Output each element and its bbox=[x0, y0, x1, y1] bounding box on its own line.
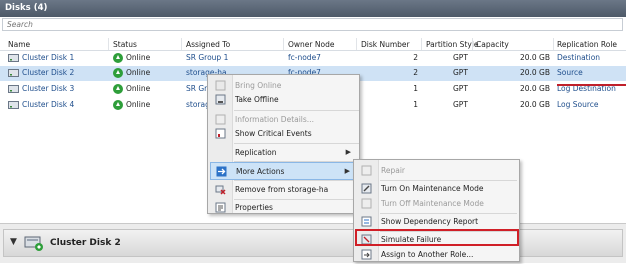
column-capacity[interactable]: Capacity bbox=[476, 40, 509, 49]
menu-item-repair[interactable]: Repair bbox=[356, 162, 517, 180]
disk-replication-role: Source bbox=[557, 68, 583, 77]
disk-name: Cluster Disk 2 bbox=[22, 68, 75, 77]
online-status-icon bbox=[113, 53, 123, 63]
menu-item-show-critical-events[interactable]: Show Critical Events bbox=[210, 125, 357, 143]
submenu-arrow-icon: ▶ bbox=[344, 167, 350, 175]
disk-icon bbox=[8, 69, 19, 77]
disk-replication-role: Log Source bbox=[557, 100, 599, 109]
column-partition-style[interactable]: Partition Style bbox=[426, 40, 478, 49]
disk-icon bbox=[8, 54, 19, 62]
assign-role-icon bbox=[361, 249, 372, 260]
bring-online-icon bbox=[215, 80, 226, 91]
online-status-icon bbox=[113, 100, 123, 110]
disk-assigned-to[interactable]: SR Gr bbox=[186, 84, 207, 93]
properties-icon bbox=[215, 202, 226, 213]
disk-status: Online bbox=[126, 53, 151, 62]
maintenance-on-icon bbox=[361, 183, 372, 194]
repair-icon bbox=[361, 165, 372, 176]
column-replication-role[interactable]: Replication Role bbox=[557, 40, 617, 49]
search-input[interactable] bbox=[3, 19, 622, 30]
column-name[interactable]: Name bbox=[8, 40, 30, 49]
disk-assigned-to[interactable]: SR Group 1 bbox=[186, 53, 228, 62]
disk-number: 1 bbox=[413, 100, 418, 109]
details-title: Cluster Disk 2 bbox=[50, 238, 121, 248]
disk-capacity: 20.0 GB bbox=[519, 68, 550, 77]
more-actions-icon bbox=[216, 166, 227, 177]
menu-item-turn-off-maintenance[interactable]: Turn Off Maintenance Mode bbox=[356, 195, 517, 213]
menu-item-more-actions[interactable]: More Actions ▶ bbox=[210, 162, 357, 180]
simulate-failure-highlight bbox=[355, 229, 519, 246]
take-offline-icon bbox=[215, 94, 226, 105]
online-status-icon bbox=[113, 68, 123, 78]
more-actions-submenu: Repair Turn On Maintenance Mode Turn Off… bbox=[353, 159, 520, 262]
critical-events-icon bbox=[215, 128, 226, 139]
column-owner-node[interactable]: Owner Node bbox=[288, 40, 334, 49]
disk-name: Cluster Disk 3 bbox=[22, 84, 75, 93]
disk-owner-node[interactable]: fc-node7 bbox=[288, 53, 321, 62]
remove-icon bbox=[215, 185, 226, 195]
menu-item-replication[interactable]: Replication ▶ bbox=[210, 144, 357, 162]
disk-status: Online bbox=[126, 100, 151, 109]
maintenance-off-icon bbox=[361, 198, 372, 209]
disk-number: 2 bbox=[413, 68, 418, 77]
menu-item-properties[interactable]: Properties bbox=[210, 199, 357, 217]
disk-status: Online bbox=[126, 84, 151, 93]
online-status-icon bbox=[113, 84, 123, 94]
disk-name: Cluster Disk 4 bbox=[22, 100, 75, 109]
details-header[interactable]: ▼ Cluster Disk 2 bbox=[3, 229, 623, 257]
submenu-arrow-icon: ▶ bbox=[345, 148, 351, 156]
disk-capacity: 20.0 GB bbox=[519, 84, 550, 93]
collapse-chevron-icon[interactable]: ▼ bbox=[10, 237, 17, 247]
disk-name: Cluster Disk 1 bbox=[22, 53, 75, 62]
information-icon bbox=[215, 114, 226, 125]
search-box[interactable] bbox=[2, 18, 623, 31]
cluster-disk-icon bbox=[24, 236, 43, 251]
disk-number: 1 bbox=[413, 84, 418, 93]
disk-partition-style: GPT bbox=[453, 84, 468, 93]
column-disk-number[interactable]: Disk Number bbox=[361, 40, 410, 49]
source-underline-annotation bbox=[557, 84, 626, 86]
disk-partition-style: GPT bbox=[453, 100, 468, 109]
disk-icon bbox=[8, 101, 19, 109]
disk-replication-role: Destination bbox=[557, 53, 601, 62]
column-assigned-to[interactable]: Assigned To bbox=[186, 40, 230, 49]
disk-icon bbox=[8, 85, 19, 93]
panel-title: Disks (4) bbox=[0, 0, 626, 17]
column-status[interactable]: Status bbox=[113, 40, 137, 49]
menu-item-assign-to-another-role[interactable]: Assign to Another Role... bbox=[356, 246, 517, 264]
disk-partition-style: GPT bbox=[453, 68, 468, 77]
context-menu: Bring Online Take Offline Information De… bbox=[207, 74, 360, 214]
column-header: Name Status Assigned To Owner Node Disk … bbox=[0, 38, 626, 51]
disk-capacity: 20.0 GB bbox=[519, 100, 550, 109]
dependency-report-icon bbox=[361, 216, 372, 227]
disk-partition-style: GPT bbox=[453, 53, 468, 62]
disk-capacity: 20.0 GB bbox=[519, 53, 550, 62]
menu-item-remove[interactable]: Remove from storage-ha bbox=[210, 181, 357, 199]
disk-status: Online bbox=[126, 68, 151, 77]
disk-number: 2 bbox=[413, 53, 418, 62]
menu-item-take-offline[interactable]: Take Offline bbox=[210, 91, 357, 109]
table-row[interactable]: Cluster Disk 1 Online SR Group 1 fc-node… bbox=[0, 51, 626, 66]
